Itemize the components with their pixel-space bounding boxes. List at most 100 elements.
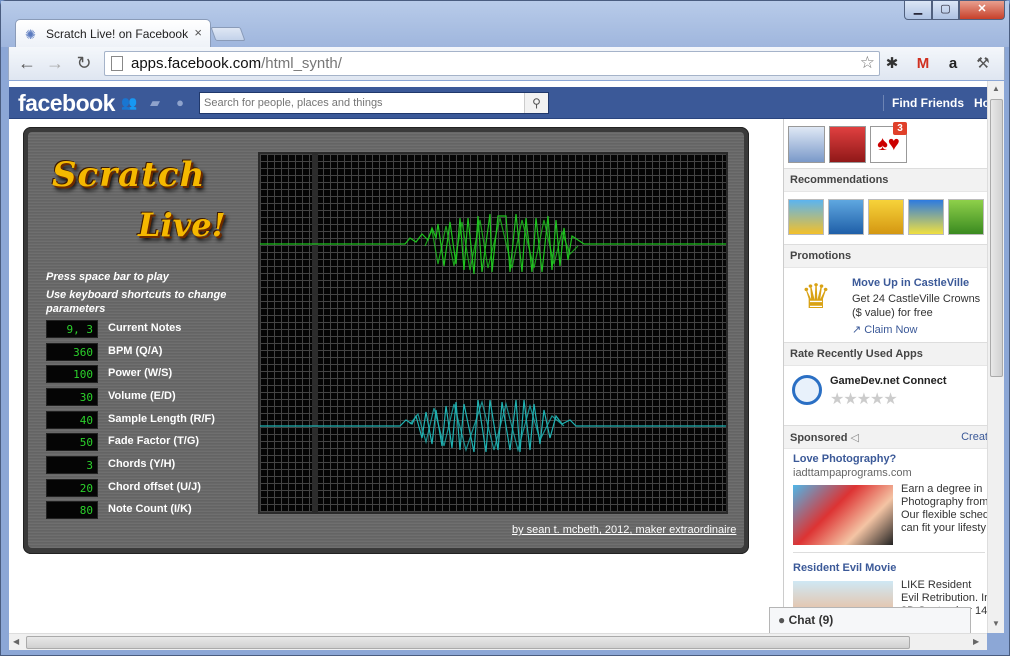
param-label: Note Count (I/K): [108, 503, 192, 515]
vertical-scrollbar[interactable]: ▲ ▼: [987, 81, 1004, 633]
param-value: 30: [46, 388, 98, 406]
sponsored-title: Sponsored: [790, 432, 848, 444]
param-value: 3: [46, 456, 98, 474]
browser-toolbar: ← → ↻ apps.facebook.com/html_synth/ ☆ ✱ …: [8, 47, 1005, 80]
param-value: 100: [46, 365, 98, 383]
param-value: 40: [46, 411, 98, 429]
param-sample-length: 40 Sample Length (R/F): [46, 411, 246, 429]
promo-text: Get 24 CastleVille Crowns ($ value) for …: [852, 293, 981, 319]
rating-stars[interactable]: ★★★★★: [830, 389, 898, 409]
title-bar: ✺ Scratch Live! on Facebook × ▁ ▢ ✕: [1, 1, 1009, 47]
param-value: 9, 3: [46, 320, 98, 338]
tab-title: Scratch Live! on Facebook: [46, 27, 189, 41]
ad-domain[interactable]: iadttampaprograms.com: [793, 467, 912, 479]
promotions-header: Promotions: [784, 244, 987, 268]
recommended-app-icon[interactable]: [828, 199, 864, 235]
scroll-down-icon[interactable]: ▼: [992, 619, 1000, 628]
horizontal-scrollbar[interactable]: ◀ ▶: [9, 633, 987, 650]
horizontal-scroll-thumb[interactable]: [26, 636, 910, 649]
param-value: 80: [46, 501, 98, 519]
bug-icon[interactable]: ✱: [881, 53, 903, 75]
gmail-icon[interactable]: M: [912, 53, 934, 75]
rate-app-name[interactable]: GameDev.net Connect: [830, 375, 947, 387]
param-label: Current Notes: [108, 322, 182, 334]
url-path: /html_synth/: [261, 55, 342, 72]
bookmark-badge: 3: [893, 122, 907, 135]
param-power: 100 Power (W/S): [46, 365, 246, 383]
claim-now-label: Claim Now: [864, 324, 918, 336]
sponsored-header: Sponsored ◁ Creat: [784, 425, 987, 449]
vertical-scroll-thumb[interactable]: [990, 99, 1003, 377]
app-logo-live: Live!: [138, 206, 226, 244]
search-input[interactable]: [200, 93, 518, 113]
search-icon[interactable]: ⚲: [524, 93, 548, 113]
ad-photo-image[interactable]: [793, 485, 893, 545]
tab-close-icon[interactable]: ×: [194, 25, 202, 40]
right-sidebar: ♠♥ 3 Recommendations Promotions ♛ Move U…: [783, 119, 987, 633]
param-label: Power (W/S): [108, 367, 173, 379]
bookmark-app-icon[interactable]: [829, 126, 866, 163]
claim-now-link[interactable]: ↗ Claim Now: [852, 323, 987, 337]
new-tab-button[interactable]: [210, 27, 246, 41]
reload-button[interactable]: ↻: [74, 53, 94, 73]
promo-title[interactable]: Move Up in CastleVille: [852, 277, 969, 289]
close-window-button[interactable]: ✕: [959, 1, 1005, 20]
param-label: Fade Factor (T/G): [108, 435, 200, 447]
recommendations-header: Recommendations: [784, 168, 987, 192]
param-label: Chord offset (U/J): [108, 481, 201, 493]
recommended-app-icon[interactable]: [868, 199, 904, 235]
param-label: Volume (E/D): [108, 390, 176, 402]
oscilloscope-display: [258, 152, 728, 514]
create-ad-link[interactable]: Creat: [961, 431, 987, 443]
waveform-top: [260, 213, 726, 275]
instruction-shortcuts: Use keyboard shortcuts to change paramet…: [46, 289, 227, 315]
recommended-app-icon[interactable]: [908, 199, 944, 235]
param-value: 50: [46, 433, 98, 451]
param-note-count: 80 Note Count (I/K): [46, 501, 246, 519]
recommended-app-icon[interactable]: [948, 199, 984, 235]
credit-link[interactable]: by sean t. mcbeth, 2012, maker extraordi…: [512, 524, 736, 536]
param-bpm: 360 BPM (Q/A): [46, 343, 246, 361]
param-chord-offset: 20 Chord offset (U/J): [46, 479, 246, 497]
bookmark-app-icon[interactable]: [788, 126, 825, 163]
amazon-icon[interactable]: a: [942, 53, 964, 75]
friend-requests-icon[interactable]: 👥: [121, 96, 137, 110]
ad-divider: [793, 552, 985, 553]
maximize-button[interactable]: ▢: [932, 1, 959, 20]
app-logo-scratch: Scratch: [52, 155, 206, 195]
gamedev-app-icon[interactable]: [792, 375, 822, 405]
wrench-icon[interactable]: ⚒: [972, 53, 994, 75]
page-icon: [111, 56, 123, 71]
ad-body: Earn a degree in Photography from Our fl…: [901, 483, 987, 534]
messages-icon[interactable]: ▰: [147, 96, 163, 110]
ad-title[interactable]: Love Photography?: [793, 453, 896, 465]
scroll-right-icon[interactable]: ▶: [973, 637, 979, 646]
recommended-app-icon[interactable]: [788, 199, 824, 235]
external-link-icon: ↗: [852, 324, 862, 336]
browser-tab[interactable]: ✺ Scratch Live! on Facebook ×: [15, 19, 211, 47]
minimize-button[interactable]: ▁: [904, 1, 932, 20]
crown-icon: ♛: [800, 278, 832, 316]
param-value: 360: [46, 343, 98, 361]
scroll-up-icon[interactable]: ▲: [992, 84, 1000, 93]
ad-title[interactable]: Resident Evil Movie: [793, 562, 896, 574]
notifications-icon[interactable]: ●: [172, 96, 188, 110]
browser-window: ✺ Scratch Live! on Facebook × ▁ ▢ ✕ ← → …: [0, 0, 1010, 656]
home-link[interactable]: Ho: [974, 96, 987, 110]
megaphone-icon: ◁: [850, 432, 859, 444]
facebook-logo[interactable]: facebook: [18, 90, 115, 117]
back-button[interactable]: ←: [17, 53, 37, 73]
address-bar[interactable]: apps.facebook.com/html_synth/ ☆: [104, 51, 880, 76]
waveform-graph: [260, 213, 726, 453]
facebook-header: facebook 👥 ▰ ● ⚲ Find Friends Ho: [9, 87, 987, 119]
synth-panel: Scratch Live! Press space bar to play Us…: [28, 132, 744, 548]
forward-button[interactable]: →: [45, 53, 65, 73]
scroll-left-icon[interactable]: ◀: [13, 637, 19, 646]
chat-label: Chat (9): [788, 613, 834, 627]
chat-bar[interactable]: ● Chat (9): [769, 607, 971, 633]
param-volume: 30 Volume (E/D): [46, 388, 246, 406]
bookmark-star-icon[interactable]: ☆: [860, 53, 875, 73]
find-friends-link[interactable]: Find Friends: [892, 96, 964, 110]
param-chords: 3 Chords (Y/H): [46, 456, 246, 474]
param-label: Chords (Y/H): [108, 458, 176, 470]
